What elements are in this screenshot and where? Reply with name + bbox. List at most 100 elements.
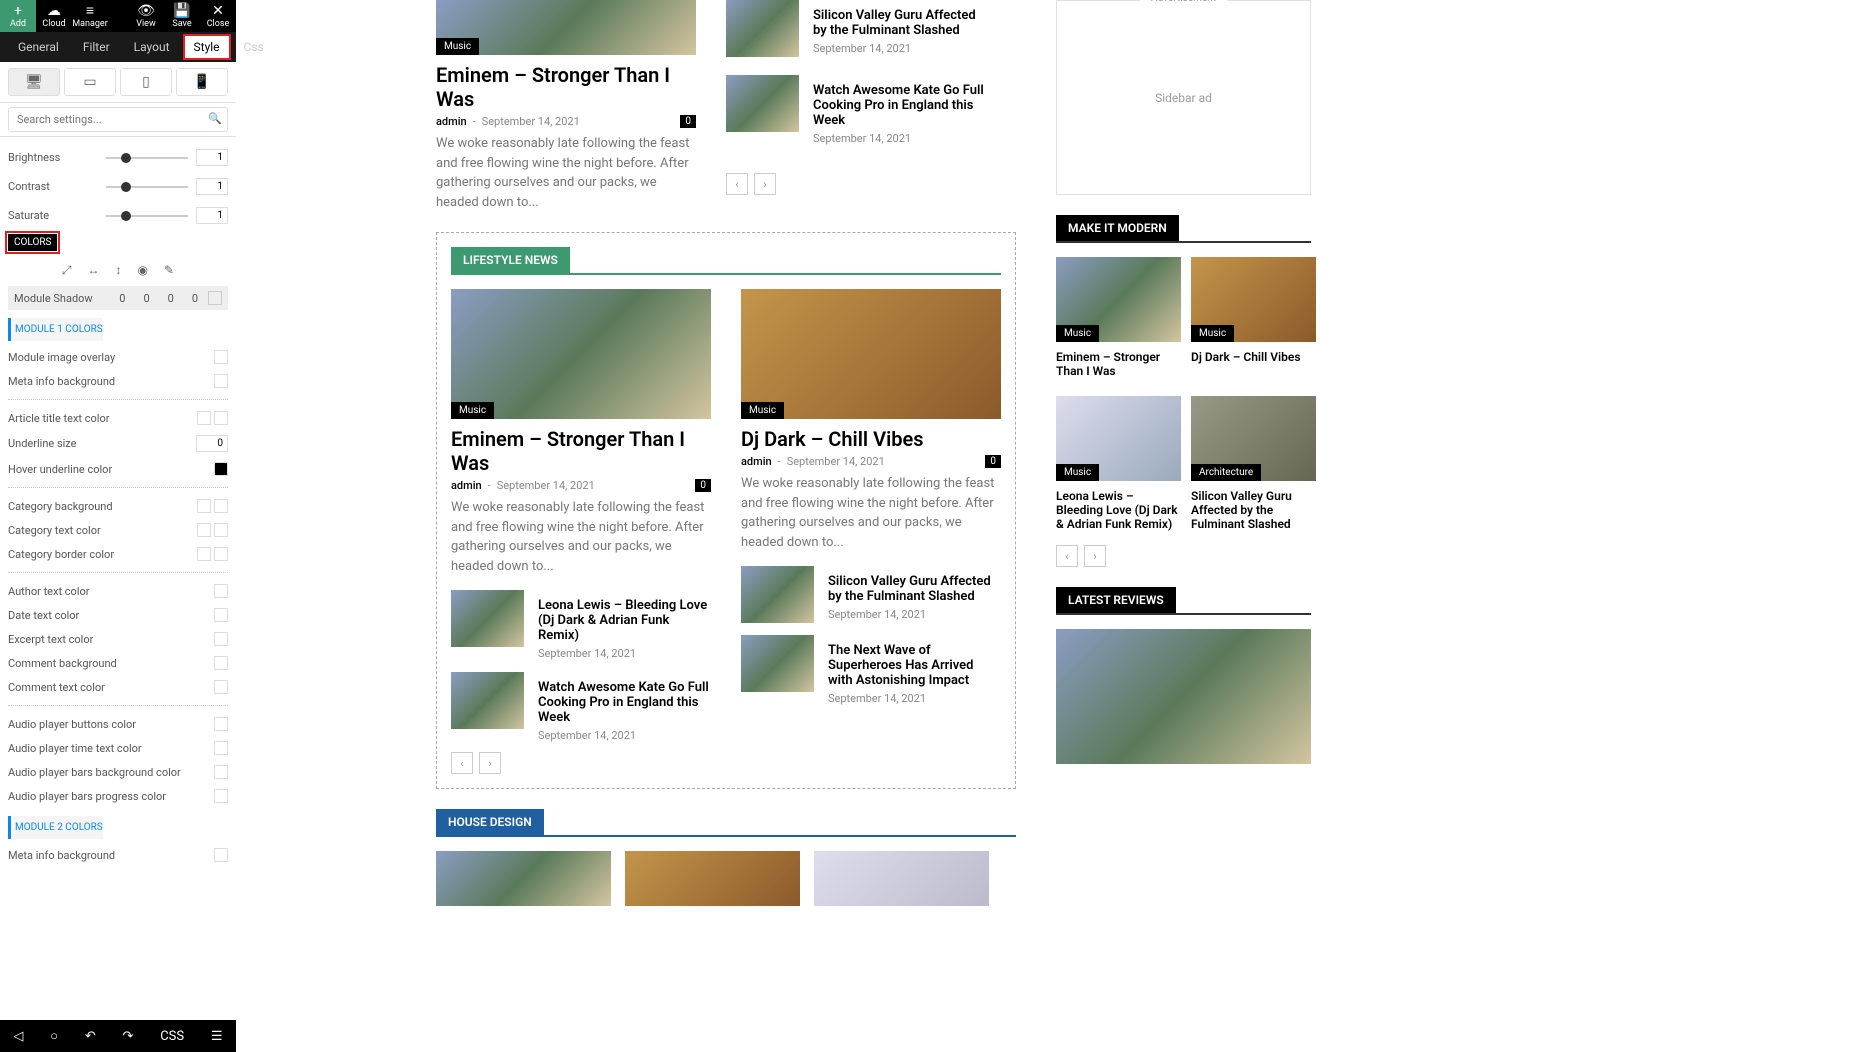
color-swatch[interactable] <box>214 717 228 731</box>
back-icon[interactable]: ◁ <box>13 1029 23 1044</box>
author-link[interactable]: admin <box>741 455 772 468</box>
slider-knob[interactable] <box>121 182 131 192</box>
article-image[interactable]: Music <box>451 289 711 419</box>
color-swatch[interactable] <box>214 374 228 388</box>
article-title[interactable]: Silicon Valley Guru Affected by the Fulm… <box>828 574 1001 604</box>
category-tag[interactable]: Music <box>741 402 784 419</box>
vertical-icon[interactable]: ↕ <box>116 263 122 278</box>
category-tag[interactable]: Music <box>436 38 479 55</box>
tab-style[interactable]: Style <box>184 35 230 59</box>
redo-icon[interactable]: ↷ <box>123 1029 134 1044</box>
article-thumb[interactable] <box>451 590 524 647</box>
color-swatch[interactable] <box>214 741 228 755</box>
article-title[interactable]: Eminem – Stronger Than I Was <box>451 427 711 475</box>
article-title[interactable]: Leona Lewis – Bleeding Love (Dj Dark & A… <box>538 598 711 643</box>
color-swatch[interactable] <box>214 656 228 670</box>
device-mobile[interactable]: 📱 <box>176 68 228 96</box>
article-thumb[interactable] <box>451 672 524 729</box>
color-swatch[interactable] <box>214 584 228 598</box>
color-swatch[interactable] <box>214 462 228 476</box>
article-title[interactable]: Leona Lewis – Bleeding Love (Dj Dark & A… <box>1056 489 1181 531</box>
color-swatch[interactable] <box>214 411 228 425</box>
prev-arrow[interactable]: ‹ <box>451 752 473 774</box>
article-thumb[interactable]: Architecture <box>1191 396 1316 481</box>
comment-badge[interactable]: 0 <box>985 455 1001 468</box>
tab-layout[interactable]: Layout <box>124 35 180 59</box>
color-swatch[interactable] <box>197 523 211 537</box>
article-image[interactable] <box>625 851 800 906</box>
shadow-color-swatch[interactable] <box>208 291 222 305</box>
color-swatch[interactable] <box>197 499 211 513</box>
slider-knob[interactable] <box>121 153 131 163</box>
saturate-slider[interactable] <box>106 215 188 217</box>
edit-icon[interactable]: ✎ <box>164 263 174 278</box>
device-desktop[interactable]: 🖥 <box>8 68 60 96</box>
close-button[interactable]: ✕Close <box>200 0 236 32</box>
next-arrow[interactable]: › <box>479 752 501 774</box>
color-swatch[interactable] <box>197 547 211 561</box>
article-title[interactable]: Dj Dark – Chill Vibes <box>1191 350 1316 364</box>
brightness-slider[interactable] <box>106 157 188 159</box>
article-image[interactable] <box>1056 629 1311 764</box>
article-thumb[interactable] <box>726 75 799 132</box>
color-swatch[interactable] <box>214 680 228 694</box>
article-title[interactable]: Silicon Valley Guru Affected by the Fulm… <box>813 8 986 38</box>
horizontal-icon[interactable]: ↔ <box>88 263 100 278</box>
settings-scroll[interactable]: Brightness Contrast Saturate COLORS ⤢ ↔ … <box>0 137 236 1025</box>
expand-icon[interactable]: ⤢ <box>62 263 72 278</box>
color-swatch[interactable] <box>214 547 228 561</box>
color-swatch[interactable] <box>214 350 228 364</box>
add-button[interactable]: +Add <box>0 0 36 32</box>
slider-knob[interactable] <box>121 211 131 221</box>
article-title[interactable]: Silicon Valley Guru Affected by the Fulm… <box>1191 489 1316 531</box>
save-button[interactable]: 💾Save <box>164 0 200 32</box>
color-swatch[interactable] <box>214 608 228 622</box>
article-title[interactable]: Watch Awesome Kate Go Full Cooking Pro i… <box>813 83 986 128</box>
brightness-value[interactable] <box>196 149 228 166</box>
color-swatch[interactable] <box>197 411 211 425</box>
tab-general[interactable]: General <box>8 35 69 59</box>
next-arrow[interactable]: › <box>1084 545 1106 567</box>
article-thumb[interactable]: Music <box>1056 257 1181 342</box>
next-arrow[interactable]: › <box>754 173 776 195</box>
color-swatch[interactable] <box>214 632 228 646</box>
article-image[interactable] <box>436 851 611 906</box>
category-tag[interactable]: Music <box>451 402 494 419</box>
author-link[interactable]: admin <box>451 479 482 492</box>
saturate-value[interactable] <box>196 207 228 224</box>
color-swatch[interactable] <box>214 848 228 862</box>
shadow-val-2[interactable]: 0 <box>168 292 174 305</box>
article-title[interactable]: Eminem – Stronger Than I Was <box>436 63 696 111</box>
color-swatch[interactable] <box>214 789 228 803</box>
category-tag[interactable]: Music <box>1191 325 1234 342</box>
article-image[interactable] <box>814 851 989 906</box>
prev-arrow[interactable]: ‹ <box>1056 545 1078 567</box>
css-button[interactable]: CSS <box>160 1029 184 1044</box>
contrast-value[interactable] <box>196 178 228 195</box>
underline-size-input[interactable] <box>196 435 228 452</box>
home-icon[interactable]: ○ <box>50 1028 58 1044</box>
manager-button[interactable]: ≡Manager <box>72 0 108 32</box>
device-tablet-landscape[interactable]: ▭ <box>64 68 116 96</box>
panel-icon[interactable]: ☰ <box>211 1029 223 1044</box>
search-input[interactable] <box>8 107 228 132</box>
article-title[interactable]: Watch Awesome Kate Go Full Cooking Pro i… <box>538 680 711 725</box>
ad-box[interactable]: - Advertisement - Sidebar ad <box>1056 0 1311 195</box>
article-thumb[interactable]: Music <box>1191 257 1316 342</box>
color-swatch[interactable] <box>214 765 228 779</box>
article-title[interactable]: Eminem – Stronger Than I Was <box>1056 350 1181 378</box>
article-title[interactable]: The Next Wave of Superheroes Has Arrived… <box>828 643 1001 688</box>
author-link[interactable]: admin <box>436 115 467 128</box>
color-swatch[interactable] <box>214 523 228 537</box>
view-button[interactable]: 👁View <box>128 0 164 32</box>
comment-badge[interactable]: 0 <box>680 115 696 128</box>
shadow-val-0[interactable]: 0 <box>119 292 125 305</box>
category-tag[interactable]: Architecture <box>1191 464 1261 481</box>
contrast-slider[interactable] <box>106 186 188 188</box>
article-thumb[interactable]: Music <box>1056 396 1181 481</box>
color-swatch[interactable] <box>214 499 228 513</box>
category-tag[interactable]: Music <box>1056 464 1099 481</box>
shadow-val-1[interactable]: 0 <box>143 292 149 305</box>
article-title[interactable]: Dj Dark – Chill Vibes <box>741 427 1001 451</box>
article-thumb[interactable] <box>726 0 799 57</box>
